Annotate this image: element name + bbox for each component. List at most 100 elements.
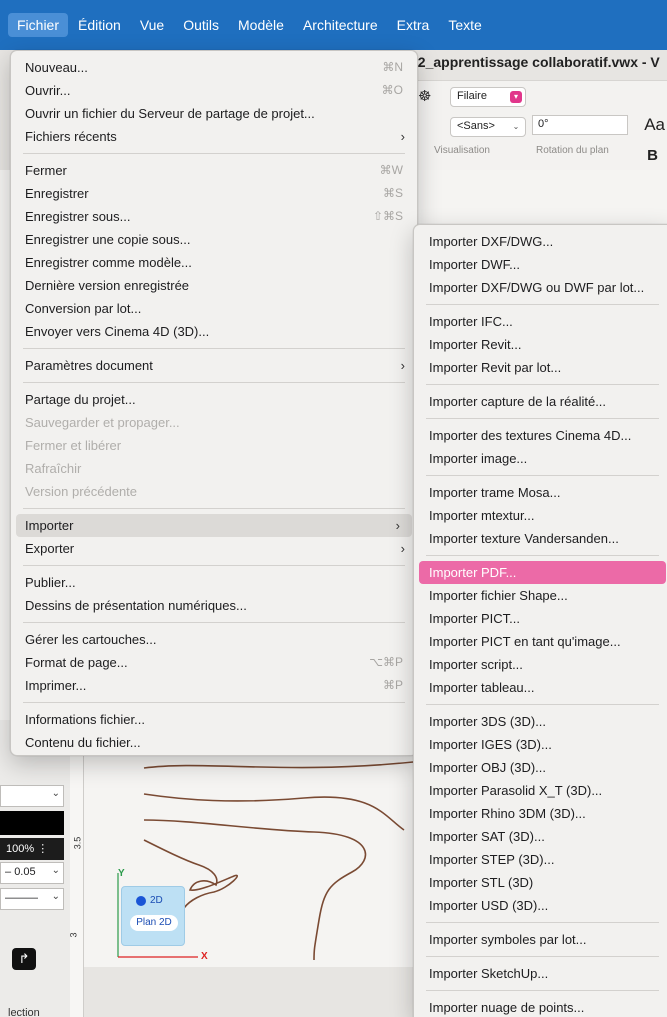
menu-item-label: Rafraîchir bbox=[25, 461, 82, 476]
menu-item-fermer[interactable]: Fermer ⌘W bbox=[11, 159, 417, 182]
menu-item-importer-mtextur[interactable]: Importer mtextur... bbox=[414, 504, 667, 527]
menu-item-importer-sketchup[interactable]: Importer SketchUp... bbox=[414, 962, 667, 985]
menu-item-envoyer-vers-cinema-4d-3d[interactable]: Envoyer vers Cinema 4D (3D)... bbox=[11, 320, 417, 343]
menu-item-label: Publier... bbox=[25, 575, 76, 590]
menu-item-gerer-les-cartouches[interactable]: Gérer les cartouches... bbox=[11, 628, 417, 651]
menu-item-enregistrer[interactable]: Enregistrer ⌘S bbox=[11, 182, 417, 205]
menu-separator bbox=[23, 622, 405, 623]
menu-item-importer-pict[interactable]: Importer PICT... bbox=[414, 607, 667, 630]
menu-item-importer-des-textures-cinema-4d[interactable]: Importer des textures Cinema 4D... bbox=[414, 424, 667, 447]
menu-item-label: Nouveau... bbox=[25, 60, 88, 75]
menu-separator bbox=[23, 153, 405, 154]
menu-item-label: Ouvrir... bbox=[25, 83, 71, 98]
menu-item-parametres-document[interactable]: Paramètres document › bbox=[11, 354, 417, 377]
menu-architecture[interactable]: Architecture bbox=[294, 13, 387, 37]
menu-item-importer-dxf-dwg-ou-dwf-par-lot[interactable]: Importer DXF/DWG ou DWF par lot... bbox=[414, 276, 667, 299]
menu-item-exporter[interactable]: Exporter › bbox=[11, 537, 417, 560]
menu-item-importer-symboles-par-lot[interactable]: Importer symboles par lot... bbox=[414, 928, 667, 951]
view-cube[interactable]: 2D Plan 2D bbox=[121, 886, 185, 946]
chevron-down-icon: ⌄ bbox=[51, 865, 60, 876]
shortcut-label: ⇧⌘S bbox=[372, 209, 403, 223]
render-mode-select[interactable]: Filaire ▾ bbox=[450, 87, 526, 107]
menu-item-enregistrer-une-copie-sous[interactable]: Enregistrer une copie sous... bbox=[11, 228, 417, 251]
bold-button[interactable]: B bbox=[647, 147, 658, 164]
menu-item-importer-revit-par-lot[interactable]: Importer Revit par lot... bbox=[414, 356, 667, 379]
menu-item-publier[interactable]: Publier... bbox=[11, 571, 417, 594]
pen-color-swatch[interactable] bbox=[0, 811, 64, 835]
menu-item-label: Gérer les cartouches... bbox=[25, 632, 157, 647]
menu-item-informations-fichier[interactable]: Informations fichier... bbox=[11, 708, 417, 731]
menu-item-importer-sat-3d[interactable]: Importer SAT (3D)... bbox=[414, 825, 667, 848]
menu-item-label: Imprimer... bbox=[25, 678, 87, 693]
menu-item-imprimer[interactable]: Imprimer... ⌘P bbox=[11, 674, 417, 697]
menu-item-contenu-du-fichier[interactable]: Contenu du fichier... bbox=[11, 731, 417, 754]
menu-item-label: Fermer bbox=[25, 163, 67, 178]
menu-item-importer-pict-en-tant-qu-image[interactable]: Importer PICT en tant qu'image... bbox=[414, 630, 667, 653]
menu-outils[interactable]: Outils bbox=[174, 13, 228, 37]
menu-item-label: Informations fichier... bbox=[25, 712, 145, 727]
menu-item-label: Dessins de présentation numériques... bbox=[25, 598, 247, 613]
fill-select[interactable]: ⌄ bbox=[0, 785, 64, 807]
menu-separator bbox=[426, 475, 659, 476]
drawing-canvas[interactable] bbox=[84, 720, 413, 1005]
menu-item-importer-revit[interactable]: Importer Revit... bbox=[414, 333, 667, 356]
menu-item-derniere-version-enregistree[interactable]: Dernière version enregistrée bbox=[11, 274, 417, 297]
menu-edition[interactable]: Édition bbox=[69, 13, 130, 37]
menu-item-format-de-page[interactable]: Format de page... ⌥⌘P bbox=[11, 651, 417, 674]
menu-fichier[interactable]: Fichier bbox=[8, 13, 69, 37]
menu-item-fichiers-recents[interactable]: Fichiers récents › bbox=[11, 125, 417, 148]
menu-item-importer-ifc[interactable]: Importer IFC... bbox=[414, 310, 667, 333]
menu-item-importer-step-3d[interactable]: Importer STEP (3D)... bbox=[414, 848, 667, 871]
menu-separator bbox=[23, 382, 405, 383]
menu-item-importer-fichier-shape[interactable]: Importer fichier Shape... bbox=[414, 584, 667, 607]
menu-item-label: Format de page... bbox=[25, 655, 128, 670]
menu-extra[interactable]: Extra bbox=[388, 13, 439, 37]
menu-item-enregistrer-sous[interactable]: Enregistrer sous... ⇧⌘S bbox=[11, 205, 417, 228]
menu-item-importer-dwf[interactable]: Importer DWF... bbox=[414, 253, 667, 276]
menu-item-importer-stl-3d[interactable]: Importer STL (3D) bbox=[414, 871, 667, 894]
rotation-field[interactable]: 0° bbox=[532, 115, 628, 135]
menu-item-importer-usd-3d[interactable]: Importer USD (3D)... bbox=[414, 894, 667, 917]
arrowhead-button[interactable]: ↱ bbox=[12, 948, 36, 970]
menu-item-sauvegarder-et-propager: Sauvegarder et propager... bbox=[11, 411, 417, 434]
opacity-field[interactable]: 100% ⋮ bbox=[0, 838, 64, 860]
menu-item-importer-trame-mosa[interactable]: Importer trame Mosa... bbox=[414, 481, 667, 504]
menu-item-nouveau[interactable]: Nouveau... ⌘N bbox=[11, 56, 417, 79]
view-2d-label: 2D bbox=[150, 895, 163, 906]
ruler-tick: 3 bbox=[68, 932, 79, 938]
menu-item-importer-obj-3d[interactable]: Importer OBJ (3D)... bbox=[414, 756, 667, 779]
menu-item-importer-nuage-de-points[interactable]: Importer nuage de points... bbox=[414, 996, 667, 1017]
class-select[interactable]: <Sans> ⌄ bbox=[450, 117, 526, 137]
menu-item-importer-script[interactable]: Importer script... bbox=[414, 653, 667, 676]
menu-item-partage-du-projet[interactable]: Partage du projet... bbox=[11, 388, 417, 411]
menu-item-importer[interactable]: Importer › bbox=[16, 514, 412, 537]
menu-item-importer-3ds-3d[interactable]: Importer 3DS (3D)... bbox=[414, 710, 667, 733]
chevron-down-icon: ⌄ bbox=[51, 788, 60, 799]
menu-item-dessins-de-presentation-numeriques[interactable]: Dessins de présentation numériques... bbox=[11, 594, 417, 617]
menu-vue[interactable]: Vue bbox=[131, 13, 173, 37]
menu-item-label: Enregistrer bbox=[25, 186, 89, 201]
menu-item-importer-rhino-3dm-3d[interactable]: Importer Rhino 3DM (3D)... bbox=[414, 802, 667, 825]
menu-separator bbox=[426, 555, 659, 556]
menu-item-enregistrer-comme-modele[interactable]: Enregistrer comme modèle... bbox=[11, 251, 417, 274]
menu-item-importer-parasolid-x-t-3d[interactable]: Importer Parasolid X_T (3D)... bbox=[414, 779, 667, 802]
line-weight-select[interactable]: – 0.05 ⌄ bbox=[0, 862, 64, 884]
menu-item-importer-tableau[interactable]: Importer tableau... bbox=[414, 676, 667, 699]
text-style-icon[interactable]: Aa bbox=[644, 115, 665, 135]
vertical-ruler: 4 3.5 3 bbox=[68, 720, 84, 1017]
menu-item-label: Envoyer vers Cinema 4D (3D)... bbox=[25, 324, 210, 339]
menu-texte[interactable]: Texte bbox=[439, 13, 490, 37]
menu-item-importer-capture-de-la-realite[interactable]: Importer capture de la réalité... bbox=[414, 390, 667, 413]
menu-modele[interactable]: Modèle bbox=[229, 13, 293, 37]
menu-item-importer-pdf[interactable]: Importer PDF... bbox=[419, 561, 666, 584]
menu-item-importer-image[interactable]: Importer image... bbox=[414, 447, 667, 470]
plan-2d-label: Plan 2D bbox=[130, 915, 178, 931]
menu-item-importer-dxf-dwg[interactable]: Importer DXF/DWG... bbox=[414, 230, 667, 253]
line-style-select[interactable]: ——— ⌄ bbox=[0, 888, 64, 910]
menu-item-ouvrir-un-fichier-du-serveur-de-partage-de-projet[interactable]: Ouvrir un fichier du Serveur de partage … bbox=[11, 102, 417, 125]
menu-item-ouvrir[interactable]: Ouvrir... ⌘O bbox=[11, 79, 417, 102]
menu-item-importer-texture-vandersanden[interactable]: Importer texture Vandersanden... bbox=[414, 527, 667, 550]
render-mode-icon: ☸ bbox=[418, 88, 432, 105]
menu-item-conversion-par-lot[interactable]: Conversion par lot... bbox=[11, 297, 417, 320]
menu-item-importer-iges-3d[interactable]: Importer IGES (3D)... bbox=[414, 733, 667, 756]
